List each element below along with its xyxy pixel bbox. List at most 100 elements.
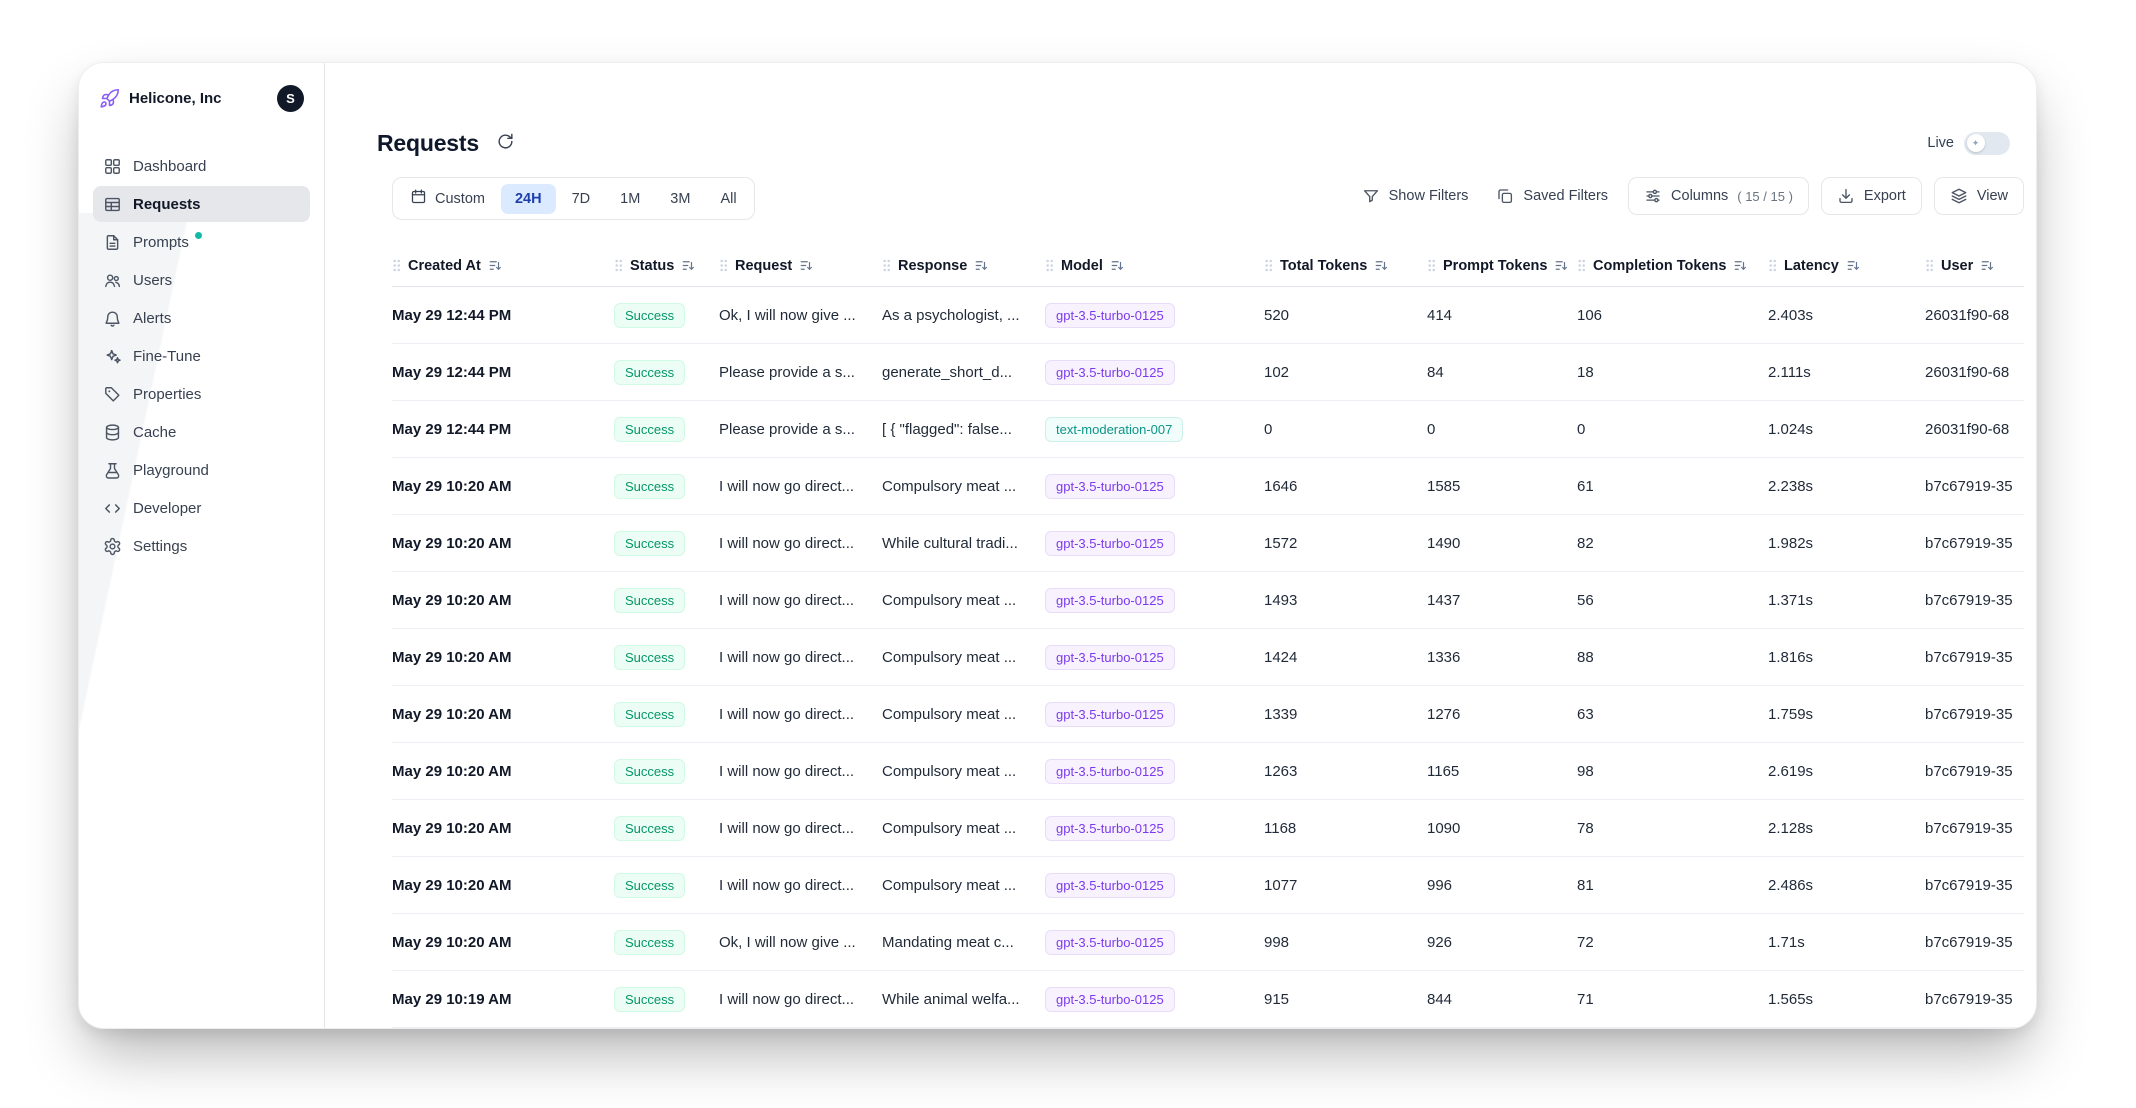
time-filter-7d[interactable]: 7D [558, 184, 605, 214]
grip-icon [392, 258, 401, 273]
status-badge: Success [614, 930, 685, 955]
users-icon [103, 271, 122, 290]
export-button[interactable]: Export [1821, 177, 1922, 215]
time-filter-custom[interactable]: Custom [396, 181, 499, 216]
cell-created-at: May 29 12:44 PM [392, 307, 614, 324]
cell-created-at: May 29 12:44 PM [392, 364, 614, 381]
sidebar-nav: DashboardRequests Prompts UsersAlertsFine-… [93, 148, 310, 564]
cell-prompt-tokens: 1585 [1427, 478, 1577, 495]
org-name: Helicone, Inc [129, 90, 222, 107]
cell-latency: 2.403s [1768, 307, 1925, 324]
table-row[interactable]: May 29 10:20 AMSuccessOk, I will now giv… [392, 914, 2024, 971]
sidebar-item-requests[interactable]: Requests [93, 186, 310, 222]
cell-request: I will now go direct... [719, 592, 882, 609]
sidebar-item-cache[interactable]: Cache [93, 414, 310, 450]
cell-response: [ { "flagged": false... [882, 421, 1045, 438]
sidebar-item-fine-tune[interactable]: Fine-Tune [93, 338, 310, 374]
cell-user: b7c67919-35 [1925, 649, 2024, 666]
live-toggle[interactable]: ✦ [1964, 132, 2010, 155]
table-row[interactable]: May 29 10:20 AMSuccessI will now go dire… [392, 458, 2024, 515]
time-filter-all[interactable]: All [706, 184, 750, 214]
table-row[interactable]: May 29 10:20 AMSuccessI will now go dire… [392, 800, 2024, 857]
requests-table: Created AtStatusRequest Response Model Tota… [392, 245, 2024, 1028]
sidebar-item-settings[interactable]: Settings [93, 528, 310, 564]
column-header-status[interactable]: Status [614, 258, 719, 274]
table-header-row: Created AtStatusRequest Response Model Tota… [392, 245, 2024, 287]
cell-latency: 2.486s [1768, 877, 1925, 894]
sidebar-item-label: Prompts [133, 234, 189, 251]
view-button[interactable]: View [1934, 177, 2024, 215]
column-header-request[interactable]: Request [719, 258, 882, 274]
columns-button[interactable]: Columns ( 15 / 15 ) [1628, 177, 1809, 215]
table-row[interactable]: May 29 10:20 AMSuccessI will now go dire… [392, 515, 2024, 572]
table-row[interactable]: May 29 10:19 AMSuccessI will now go dire… [392, 971, 2024, 1028]
cell-status: Success [614, 873, 719, 898]
cell-response: Compulsory meat ... [882, 763, 1045, 780]
column-header-response[interactable]: Response [882, 258, 1045, 274]
cell-completion-tokens: 82 [1577, 535, 1768, 552]
time-filter-label: 3M [670, 191, 690, 207]
cell-latency: 2.238s [1768, 478, 1925, 495]
sidebar-item-users[interactable]: Users [93, 262, 310, 298]
refresh-button[interactable] [494, 130, 517, 156]
time-filter-24h[interactable]: 24H [501, 184, 556, 214]
cell-model: gpt-3.5-turbo-0125 [1045, 759, 1264, 784]
cell-user: b7c67919-35 [1925, 535, 2024, 552]
table-row[interactable]: May 29 12:44 PMSuccessPlease provide a s… [392, 344, 2024, 401]
table-row[interactable]: May 29 12:44 PMSuccessPlease provide a s… [392, 401, 2024, 458]
sort-icon [1374, 258, 1389, 273]
column-header-latency[interactable]: Latency [1768, 258, 1925, 274]
time-filter-label: All [720, 191, 736, 207]
sort-icon [974, 258, 989, 273]
sidebar-item-alerts[interactable]: Alerts [93, 300, 310, 336]
column-header-label: Total Tokens [1280, 258, 1367, 274]
cell-user: 26031f90-68 [1925, 364, 2024, 381]
requests-icon [103, 195, 122, 214]
grip-icon [1925, 258, 1934, 273]
show-filters-button[interactable]: Show Filters [1354, 178, 1477, 214]
column-header-prompt-tokens[interactable]: Prompt Tokens [1427, 258, 1577, 274]
grip-icon [1045, 258, 1054, 273]
table-row[interactable]: May 29 10:20 AMSuccessI will now go dire… [392, 743, 2024, 800]
sidebar-item-playground[interactable]: Playground [93, 452, 310, 488]
time-range-selector: Custom24H7D 1M 3M All [392, 177, 755, 220]
time-filter-3m[interactable]: 3M [656, 184, 704, 214]
cell-response: Compulsory meat ... [882, 592, 1045, 609]
column-header-total-tokens[interactable]: Total Tokens [1264, 258, 1427, 274]
time-filter-1m[interactable]: 1M [606, 184, 654, 214]
cell-user: 26031f90-68 [1925, 307, 2024, 324]
cell-total-tokens: 915 [1264, 991, 1427, 1008]
table-row[interactable]: May 29 10:20 AMSuccessI will now go dire… [392, 686, 2024, 743]
settings-icon [103, 537, 122, 556]
cell-completion-tokens: 98 [1577, 763, 1768, 780]
column-header-model[interactable]: Model [1045, 258, 1264, 274]
column-header-user[interactable]: User [1925, 258, 2024, 274]
sidebar-item-properties[interactable]: Properties [93, 376, 310, 412]
time-filter-label: 1M [620, 191, 640, 207]
sidebar-item-developer[interactable]: Developer [93, 490, 310, 526]
table-row[interactable]: May 29 10:20 AMSuccessI will now go dire… [392, 572, 2024, 629]
saved-filters-button[interactable]: Saved Filters [1488, 178, 1616, 214]
cell-latency: 2.128s [1768, 820, 1925, 837]
cell-created-at: May 29 10:20 AM [392, 934, 614, 951]
cell-latency: 1.371s [1768, 592, 1925, 609]
table-row[interactable]: May 29 12:44 PMSuccessOk, I will now giv… [392, 287, 2024, 344]
table-row[interactable]: May 29 10:20 AMSuccessI will now go dire… [392, 857, 2024, 914]
sidebar-item-label: Properties [133, 386, 201, 403]
model-badge: gpt-3.5-turbo-0125 [1045, 759, 1175, 784]
cell-model: gpt-3.5-turbo-0125 [1045, 702, 1264, 727]
column-header-label: User [1941, 258, 1973, 274]
sidebar-item-prompts[interactable]: Prompts [93, 224, 310, 260]
column-header-completion-tokens[interactable]: Completion Tokens [1577, 258, 1768, 274]
cell-prompt-tokens: 0 [1427, 421, 1577, 438]
cell-completion-tokens: 71 [1577, 991, 1768, 1008]
sidebar-item-dashboard[interactable]: Dashboard [93, 148, 310, 184]
funnel-icon [1362, 187, 1380, 205]
cell-latency: 2.111s [1768, 364, 1925, 381]
status-badge: Success [614, 816, 685, 841]
column-header-created-at[interactable]: Created At [392, 258, 614, 274]
table-row[interactable]: May 29 10:20 AMSuccessI will now go dire… [392, 629, 2024, 686]
avatar[interactable]: S [277, 85, 304, 112]
org-header: Helicone, Inc S [93, 83, 310, 126]
column-header-label: Response [898, 258, 967, 274]
